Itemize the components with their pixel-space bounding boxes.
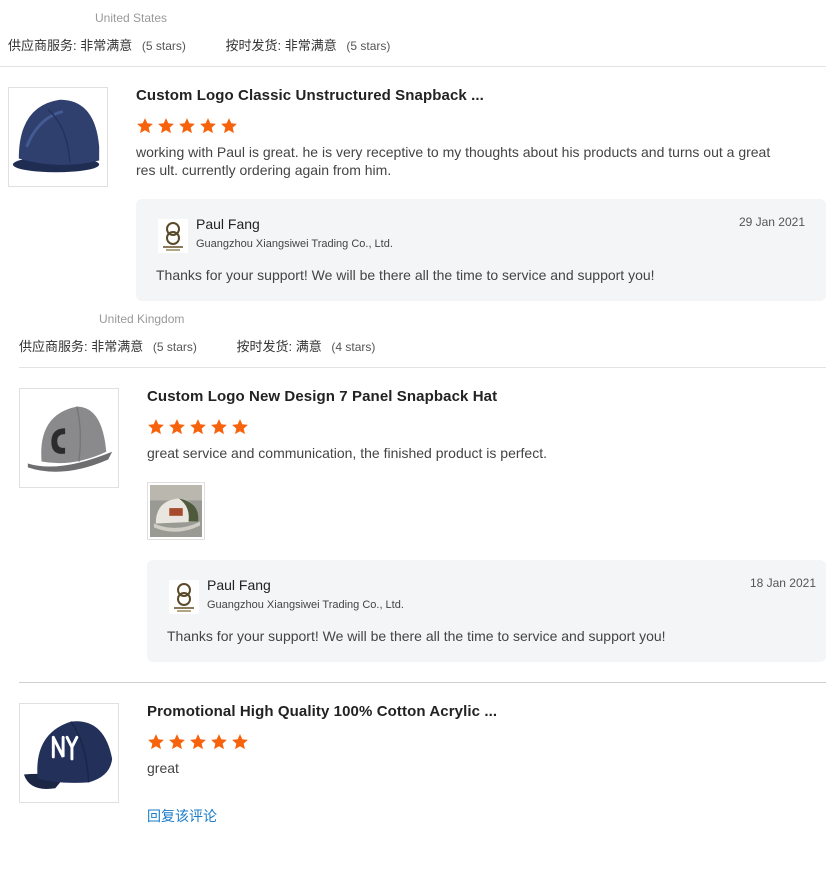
reviewer-country: United States bbox=[95, 11, 168, 25]
supplier-service-stars: (5 stars) bbox=[152, 340, 197, 354]
star-icon bbox=[232, 419, 248, 435]
product-thumbnail[interactable] bbox=[19, 703, 119, 803]
on-time-rating: 按时发货: 非常满意 (5 stars) bbox=[226, 35, 391, 54]
reply-to-review-link[interactable]: 回复该评论 bbox=[147, 806, 217, 826]
on-time-rating: 按时发货: 满意 (4 stars) bbox=[237, 336, 376, 355]
reply-author-name: Paul Fang bbox=[196, 216, 260, 232]
review-photo[interactable] bbox=[147, 482, 205, 540]
product-title[interactable]: Custom Logo Classic Unstructured Snapbac… bbox=[136, 87, 484, 104]
product-thumbnail[interactable] bbox=[19, 388, 119, 488]
on-time-value: 满意 bbox=[295, 339, 322, 354]
star-icon bbox=[137, 118, 153, 134]
reply-date: 18 Jan 2021 bbox=[749, 576, 816, 590]
star-icon bbox=[190, 734, 206, 750]
on-time-label: 按时发货: bbox=[225, 38, 282, 53]
product-title[interactable]: Custom Logo New Design 7 Panel Snapback … bbox=[147, 388, 497, 405]
on-time-stars: (4 stars) bbox=[331, 340, 376, 354]
star-icon bbox=[148, 734, 164, 750]
reply-company-name: Guangzhou Xiangsiwei Trading Co., Ltd. bbox=[207, 599, 404, 611]
customer-cap-photo bbox=[150, 485, 202, 537]
rating-stars bbox=[147, 733, 249, 751]
navy-baseball-cap-image bbox=[20, 704, 118, 802]
star-icon bbox=[190, 419, 206, 435]
supplier-reply: Paul Fang Guangzhou Xiangsiwei Trading C… bbox=[136, 199, 826, 301]
review-comment: great service and communication, the fin… bbox=[147, 445, 547, 461]
supplier-reply: Paul Fang Guangzhou Xiangsiwei Trading C… bbox=[147, 560, 826, 662]
star-icon bbox=[179, 118, 195, 134]
on-time-label: 按时发货: bbox=[236, 339, 293, 354]
supplier-logo-icon bbox=[169, 580, 199, 614]
product-thumbnail[interactable] bbox=[8, 87, 108, 187]
review-divider bbox=[19, 367, 826, 368]
on-time-value: 非常满意 bbox=[284, 38, 337, 53]
star-icon bbox=[211, 734, 227, 750]
star-icon bbox=[211, 419, 227, 435]
blue-snapback-cap-image bbox=[9, 88, 107, 186]
supplier-service-value: 非常满意 bbox=[91, 339, 144, 354]
reviewer-country: United Kingdom bbox=[99, 312, 185, 326]
star-icon bbox=[169, 419, 185, 435]
rating-stars bbox=[136, 117, 238, 135]
review-comment: great bbox=[147, 760, 179, 776]
on-time-stars: (5 stars) bbox=[346, 39, 391, 53]
review-ratings-summary: 供应商服务: 非常满意 (5 stars) 按时发货: 满意 (4 stars) bbox=[19, 336, 411, 355]
supplier-service-value: 非常满意 bbox=[80, 38, 133, 53]
supplier-service-rating: 供应商服务: 非常满意 (5 stars) bbox=[19, 336, 197, 355]
review-divider bbox=[0, 66, 826, 67]
star-icon bbox=[221, 118, 237, 134]
grey-7-panel-cap-image bbox=[20, 389, 118, 487]
star-icon bbox=[158, 118, 174, 134]
review-divider bbox=[19, 682, 826, 683]
supplier-service-rating: 供应商服务: 非常满意 (5 stars) bbox=[8, 35, 186, 54]
reply-company-name: Guangzhou Xiangsiwei Trading Co., Ltd. bbox=[196, 238, 393, 250]
star-icon bbox=[148, 419, 164, 435]
supplier-logo-icon bbox=[158, 219, 188, 253]
reply-author-name: Paul Fang bbox=[207, 577, 271, 593]
supplier-service-label: 供应商服务: bbox=[8, 38, 77, 53]
supplier-service-stars: (5 stars) bbox=[141, 39, 186, 53]
star-icon bbox=[232, 734, 248, 750]
review-ratings-summary: 供应商服务: 非常满意 (5 stars) 按时发货: 非常满意 (5 star… bbox=[8, 35, 426, 54]
star-icon bbox=[200, 118, 216, 134]
reply-text: Thanks for your support! We will be ther… bbox=[156, 267, 655, 283]
star-icon bbox=[169, 734, 185, 750]
reply-text: Thanks for your support! We will be ther… bbox=[167, 628, 666, 644]
rating-stars bbox=[147, 418, 249, 436]
product-title[interactable]: Promotional High Quality 100% Cotton Acr… bbox=[147, 703, 497, 720]
reply-date: 29 Jan 2021 bbox=[738, 215, 805, 229]
review-comment: working with Paul is great. he is very r… bbox=[136, 144, 771, 178]
supplier-service-label: 供应商服务: bbox=[19, 339, 88, 354]
